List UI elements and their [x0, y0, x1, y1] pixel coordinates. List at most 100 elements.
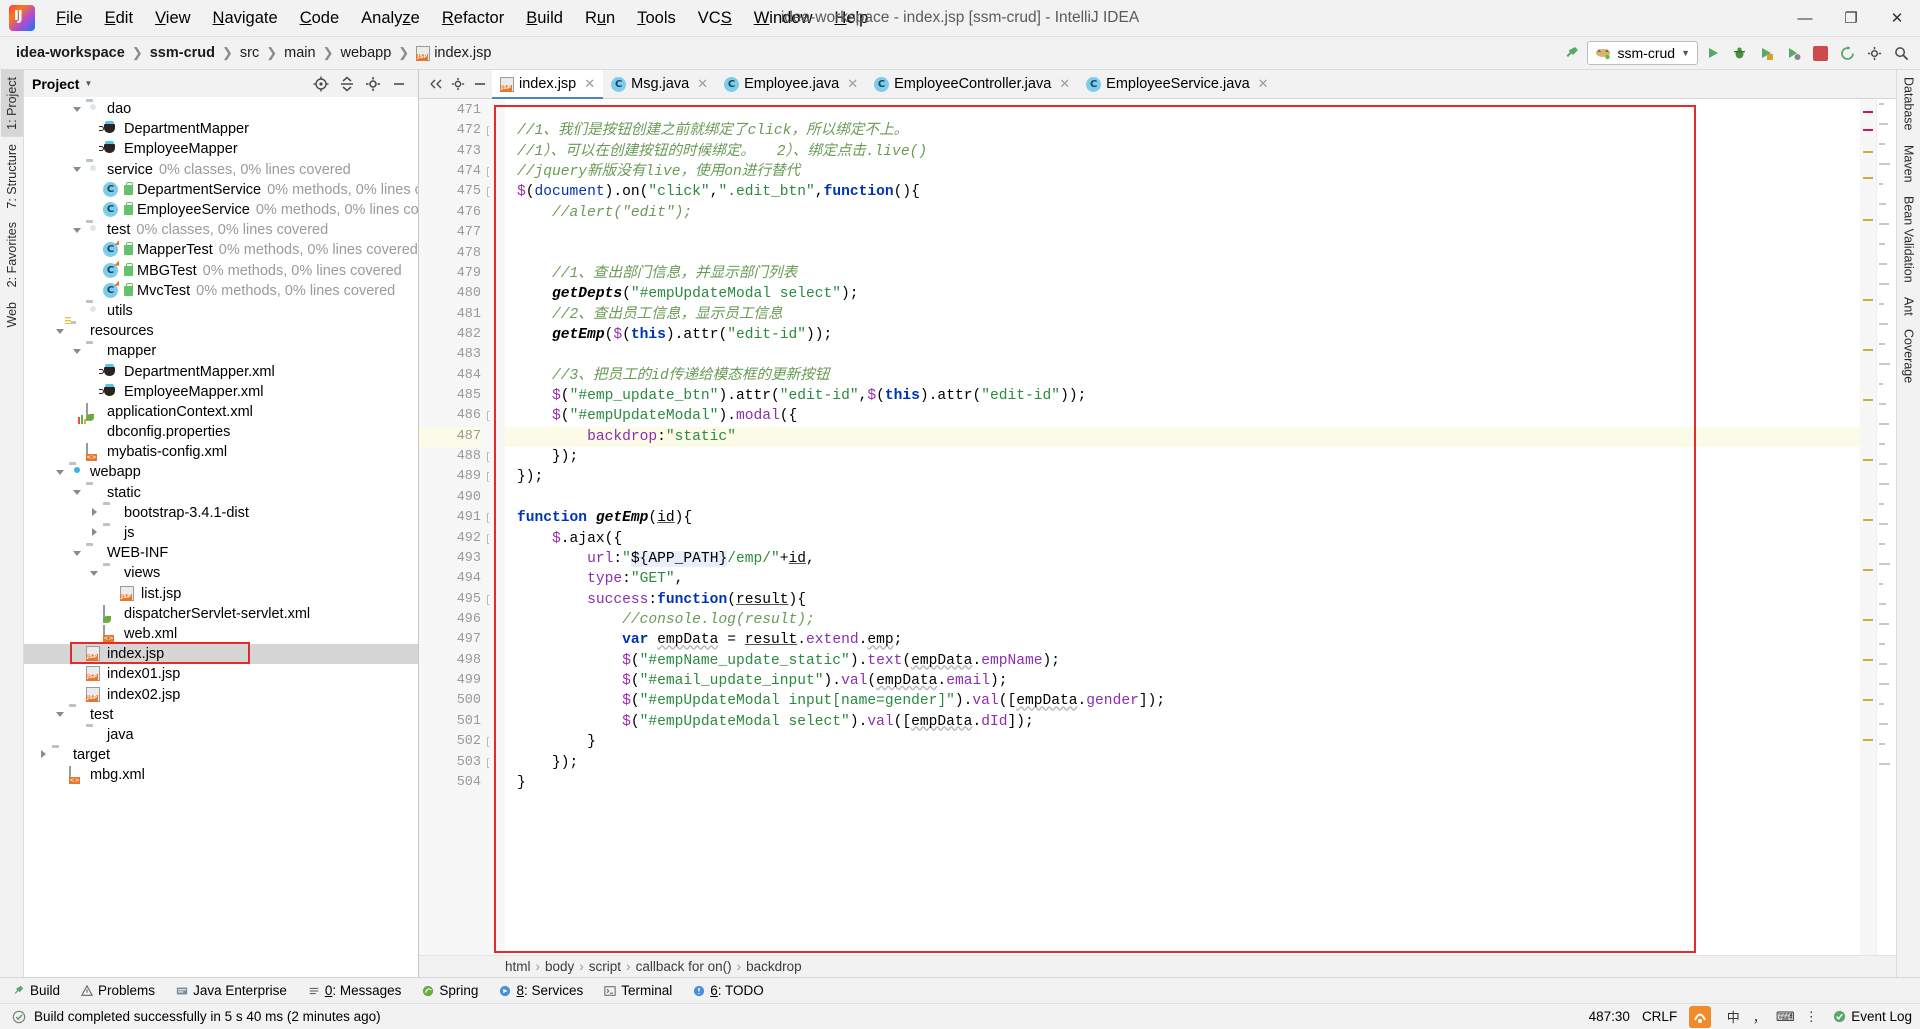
tree-item-selected[interactable]: index.jsp: [24, 644, 418, 665]
stripe-marker[interactable]: [1863, 151, 1873, 153]
menu-item-help[interactable]: Help: [823, 5, 879, 32]
menu-item-navigate[interactable]: Navigate: [202, 5, 289, 32]
tool-window-messages[interactable]: 0: Messages: [299, 981, 411, 1000]
tree-item[interactable]: DepartmentMapper: [24, 119, 418, 139]
stripe-marker[interactable]: [1863, 177, 1873, 179]
menu-item-refactor[interactable]: Refactor: [431, 5, 515, 32]
tree-arrow-icon[interactable]: [72, 164, 83, 175]
stripe-marker[interactable]: [1863, 739, 1873, 741]
tree-item[interactable]: views: [24, 563, 418, 583]
tree-item[interactable]: test 0% classes, 0% lines covered: [24, 220, 418, 240]
minimap[interactable]: [1876, 99, 1896, 955]
tree-item[interactable]: web.xml: [24, 624, 418, 644]
menu-item-code[interactable]: Code: [289, 5, 350, 32]
code-breadcrumb-body[interactable]: body: [545, 959, 574, 974]
close-button[interactable]: ✕: [1874, 0, 1920, 36]
editor-tab-employeecontroller-java[interactable]: C EmployeeController.java ✕: [866, 70, 1078, 98]
stop-button[interactable]: [1808, 41, 1833, 66]
structure-breadcrumb[interactable]: html › body › script › callback for on() › backd…: [419, 955, 1896, 977]
tool-strip-web[interactable]: Web: [1, 295, 23, 334]
debug-button[interactable]: [1727, 41, 1752, 66]
stripe-marker[interactable]: [1863, 459, 1873, 461]
coverage-button[interactable]: [1754, 41, 1779, 66]
tool-strip-2--favorites[interactable]: 2: Favorites: [1, 215, 23, 294]
breadcrumb-item-index-jsp[interactable]: index.jsp: [412, 43, 495, 63]
code-breadcrumb-callback-for-on--[interactable]: callback for on(): [636, 959, 732, 974]
ime-punctuation-button[interactable]: ，: [1749, 1007, 1769, 1026]
tree-item[interactable]: webapp: [24, 462, 418, 482]
hide-icon[interactable]: [469, 74, 490, 95]
hide-icon[interactable]: [388, 73, 409, 94]
menu-item-build[interactable]: Build: [515, 5, 574, 32]
editor-tab-msg-java[interactable]: C Msg.java ✕: [603, 70, 716, 98]
tree-item[interactable]: service 0% classes, 0% lines covered: [24, 160, 418, 180]
tree-item[interactable]: target: [24, 745, 418, 765]
stripe-marker[interactable]: [1863, 219, 1873, 221]
tree-item[interactable]: dao: [24, 99, 418, 119]
menu-item-vcs[interactable]: VCS: [687, 5, 743, 32]
ime-more-button[interactable]: ⋮: [1801, 1007, 1821, 1026]
tool-window-build[interactable]: Build: [4, 981, 69, 1000]
menu-item-window[interactable]: Window: [743, 5, 824, 32]
gear-icon[interactable]: [447, 74, 468, 95]
tool-window-problems[interactable]: Problems: [72, 981, 164, 1000]
stripe-marker[interactable]: [1863, 299, 1873, 301]
editor-tab-employee-java[interactable]: C Employee.java ✕: [716, 70, 866, 98]
stripe-marker[interactable]: [1863, 699, 1873, 701]
chevron-down-icon[interactable]: ▼: [1681, 48, 1690, 58]
tree-item[interactable]: dispatcherServlet-servlet.xml: [24, 604, 418, 624]
tree-item[interactable]: mybatis-config.xml: [24, 442, 418, 462]
menu-item-analyze[interactable]: Analyze: [350, 5, 431, 32]
tree-item[interactable]: mbg.xml: [24, 765, 418, 785]
menu-item-edit[interactable]: Edit: [94, 5, 144, 32]
run-button[interactable]: [1700, 41, 1725, 66]
breadcrumb[interactable]: idea-workspace ❯ ssm-crud ❯ src ❯ main ❯ webapp ❯…: [12, 43, 495, 63]
editor-tab-close-icon[interactable]: ✕: [1258, 76, 1269, 92]
stripe-marker[interactable]: [1863, 111, 1873, 113]
code-breadcrumb-backdrop[interactable]: backdrop: [746, 959, 802, 974]
menu-item-view[interactable]: View: [144, 5, 201, 32]
tool-strip-1--project[interactable]: 1: Project: [0, 70, 23, 137]
editor-tab-close-icon[interactable]: ✕: [847, 76, 858, 92]
tree-item[interactable]: java: [24, 725, 418, 745]
code-content[interactable]: //1、我们是按钮创建之前就绑定了click，所以绑定不上。 //1）、可以在创建…: [505, 99, 1860, 955]
tree-arrow-icon[interactable]: [55, 467, 66, 478]
editor-tab-close-icon[interactable]: ✕: [697, 76, 708, 92]
locate-icon[interactable]: [310, 73, 331, 94]
stripe-marker[interactable]: [1863, 129, 1873, 131]
event-log-button[interactable]: Event Log: [1833, 1009, 1912, 1024]
tree-item[interactable]: mapper: [24, 341, 418, 361]
code-breadcrumb-script[interactable]: script: [589, 959, 621, 974]
tree-item[interactable]: js: [24, 523, 418, 543]
tree-item[interactable]: C MvcTest 0% methods, 0% lines covered: [24, 281, 418, 301]
search-icon[interactable]: [1889, 41, 1914, 66]
stripe-marker[interactable]: [1863, 619, 1873, 621]
tool-window-bar[interactable]: Build Problems Java Enterprise 0: Messages S…: [0, 977, 1920, 1003]
tool-window-java-enterprise[interactable]: Java Enterprise: [167, 981, 296, 1000]
stripe-marker[interactable]: [1863, 519, 1873, 521]
tool-strip-7--structure[interactable]: 7: Structure: [1, 137, 23, 216]
code-editor[interactable]: 471 472 473 474475 476 477 478 479 480 481 482 483 4…: [419, 99, 1896, 955]
chevron-down-icon[interactable]: ▼: [84, 79, 92, 88]
tree-arrow-icon[interactable]: [89, 568, 100, 579]
tree-arrow-icon[interactable]: [72, 104, 83, 115]
split-icon[interactable]: [425, 74, 446, 95]
ime-language-button[interactable]: 中: [1723, 1007, 1743, 1026]
tree-item[interactable]: index02.jsp: [24, 684, 418, 704]
fold-bar[interactable]: [489, 99, 505, 955]
tree-item[interactable]: EmployeeMapper: [24, 139, 418, 159]
stripe-marker[interactable]: [1863, 349, 1873, 351]
menu-item-run[interactable]: Run: [574, 5, 626, 32]
tree-item[interactable]: utils: [24, 301, 418, 321]
settings-icon[interactable]: [1862, 41, 1887, 66]
ime-bar[interactable]: 中 ， ⌨ ⋮: [1723, 1007, 1822, 1026]
stripe-marker[interactable]: [1863, 399, 1873, 401]
menu-item-tools[interactable]: Tools: [626, 5, 687, 32]
update-icon[interactable]: [1835, 41, 1860, 66]
code-breadcrumb-html[interactable]: html: [505, 959, 531, 974]
tree-arrow-icon[interactable]: [55, 326, 66, 337]
menu-item-file[interactable]: File: [45, 5, 94, 32]
maximize-button[interactable]: ❐: [1828, 0, 1874, 36]
tool-window-services[interactable]: 8: Services: [490, 981, 592, 1000]
tree-item[interactable]: DepartmentMapper.xml: [24, 361, 418, 381]
